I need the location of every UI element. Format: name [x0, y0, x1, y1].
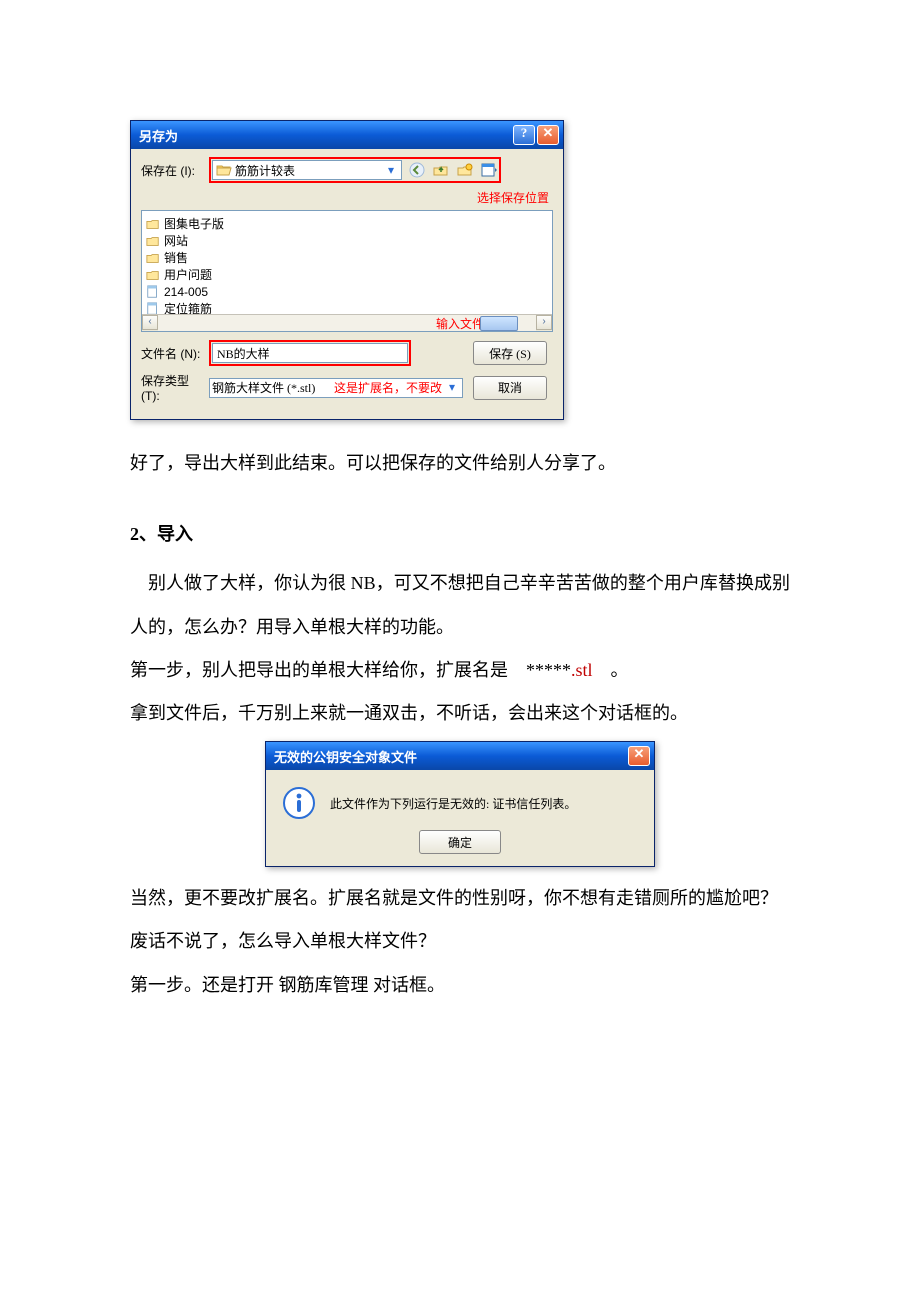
scroll-thumb[interactable]	[480, 316, 518, 331]
filename-label: 文件名 (N):	[141, 345, 209, 362]
save-in-highlight: 筋筋计较表 ▾	[209, 157, 501, 183]
ok-button[interactable]: 确定	[419, 830, 501, 854]
scroll-track[interactable]: 输入文件名	[158, 315, 536, 331]
text-run: 第一步，别人把导出的单根大样给你，扩展名是 *****	[130, 660, 571, 680]
paragraph: 第一步，别人把导出的单根大样给你，扩展名是 *****.stl 。	[130, 649, 790, 692]
save-in-dropdown[interactable]: 筋筋计较表 ▾	[212, 160, 402, 180]
list-item-label: 销售	[164, 249, 188, 266]
filetype-label: 保存类型 (T):	[141, 372, 209, 403]
chevron-down-icon[interactable]: ▾	[444, 380, 460, 395]
filename-input[interactable]: NB的大样	[212, 343, 408, 363]
folder-icon	[146, 251, 162, 265]
chevron-down-icon[interactable]: ▾	[383, 163, 399, 177]
save-in-value: 筋筋计较表	[233, 162, 383, 179]
dialog-titlebar[interactable]: 无效的公钥安全对象文件 ✕	[266, 742, 654, 770]
close-button[interactable]: ✕	[537, 125, 559, 145]
extension-text: .stl	[571, 660, 593, 680]
list-item[interactable]: 销售	[146, 249, 548, 266]
list-item-label: 用户问题	[164, 266, 212, 283]
filename-value: NB的大样	[217, 345, 270, 362]
error-message: 此文件作为下列运行是无效的: 证书信任列表。	[330, 795, 576, 812]
dialog-title-text: 另存为	[139, 126, 178, 145]
list-item-label: 214-005	[164, 285, 208, 299]
horizontal-scrollbar[interactable]: ‹ 输入文件名 ›	[142, 314, 552, 331]
text-run: 。	[593, 660, 629, 680]
list-item[interactable]: 用户问题	[146, 266, 548, 283]
folder-icon	[146, 217, 162, 231]
paragraph: 拿到文件后，千万别上来就一通双击，不听话，会出来这个对话框的。	[130, 692, 790, 735]
help-button[interactable]: ?	[513, 125, 535, 145]
filename-highlight: NB的大样	[209, 340, 411, 366]
save-button[interactable]: 保存 (S)	[473, 341, 547, 365]
filetype-value: 钢筋大样文件 (*.stl)	[212, 379, 315, 396]
paragraph: 第一步。还是打开 钢筋库管理 对话框。	[130, 964, 790, 1007]
list-item[interactable]: 图集电子版	[146, 215, 548, 232]
paragraph: 好了，导出大样到此结束。可以把保存的文件给别人分享了。	[130, 442, 790, 485]
annotation-extension-note: 这是扩展名，不要改	[334, 379, 442, 396]
cancel-button[interactable]: 取消	[473, 376, 547, 400]
section-heading: 2、导入	[130, 513, 790, 556]
dialog-title-text: 无效的公钥安全对象文件	[274, 747, 417, 766]
save-in-label: 保存在 (I):	[141, 162, 209, 179]
up-one-level-icon[interactable]	[432, 161, 450, 179]
annotation-select-location: 选择保存位置	[141, 189, 549, 206]
dialog-titlebar[interactable]: 另存为 ? ✕	[131, 121, 563, 149]
folder-icon	[146, 234, 162, 248]
folder-icon	[146, 268, 162, 282]
document-icon	[146, 285, 162, 299]
list-item-label: 图集电子版	[164, 215, 224, 232]
list-item[interactable]: 网站	[146, 232, 548, 249]
back-icon[interactable]	[408, 161, 426, 179]
folder-open-icon	[215, 161, 233, 179]
close-button[interactable]: ✕	[628, 746, 650, 766]
save-as-dialog: 另存为 ? ✕ 保存在 (I): 筋筋计较表 ▾	[130, 120, 564, 420]
filetype-dropdown[interactable]: 钢筋大样文件 (*.stl) 这是扩展名，不要改 ▾	[209, 378, 463, 398]
scroll-left-button[interactable]: ‹	[142, 315, 158, 330]
file-list[interactable]: 图集电子版 网站 销售 用户问题 214-005	[141, 210, 553, 332]
list-item-label: 网站	[164, 232, 188, 249]
info-icon	[282, 786, 316, 820]
list-item[interactable]: 214-005	[146, 283, 548, 300]
scroll-right-button[interactable]: ›	[536, 315, 552, 330]
paragraph: 当然，更不要改扩展名。扩展名就是文件的性别呀，你不想有走错厕所的尴尬吧？	[130, 877, 790, 920]
paragraph: 别人做了大样，你认为很 NB，可又不想把自己辛辛苦苦做的整个用户库替换成别人的，…	[130, 562, 790, 648]
error-dialog: 无效的公钥安全对象文件 ✕ 此文件作为下列运行是无效的: 证书信任列表。 确定	[265, 741, 655, 867]
view-menu-icon[interactable]	[480, 161, 498, 179]
paragraph: 废话不说了，怎么导入单根大样文件？	[130, 920, 790, 963]
new-folder-icon[interactable]	[456, 161, 474, 179]
